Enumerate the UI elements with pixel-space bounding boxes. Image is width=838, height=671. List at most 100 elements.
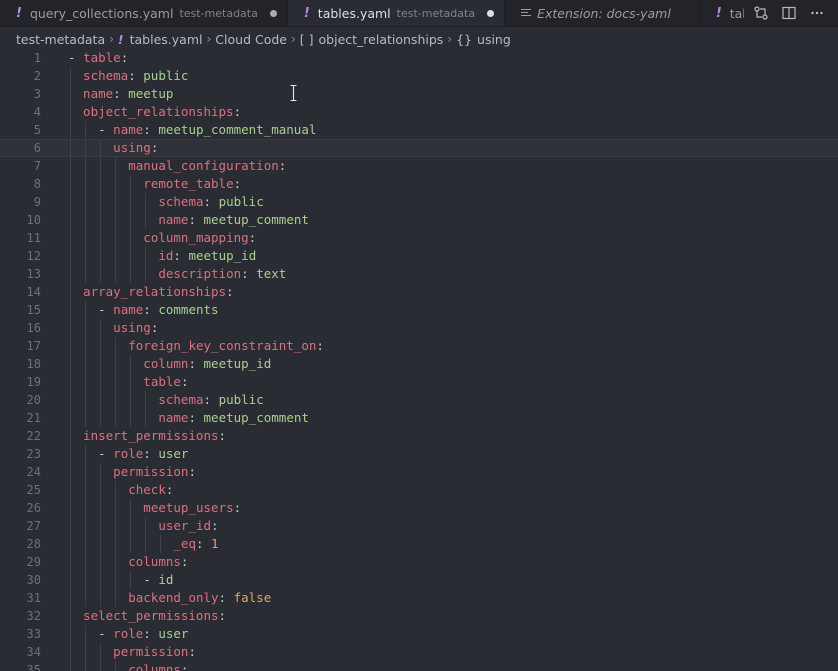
code-line[interactable]: 12 id: meetup_id <box>0 247 838 265</box>
code-line[interactable]: 9 schema: public <box>0 193 838 211</box>
code-text: name: meetup_comment <box>158 410 309 425</box>
code-line[interactable]: 26 meetup_users: <box>0 499 838 517</box>
code-line[interactable]: 14 array_relationships: <box>0 283 838 301</box>
indent-guide <box>85 337 87 355</box>
yaml-key: name <box>113 122 144 137</box>
editor-tab[interactable]: ! query_collections.yaml test-metadata <box>0 0 288 26</box>
code-line[interactable]: 8 remote_table: <box>0 175 838 193</box>
code-line[interactable]: 21 name: meetup_comment <box>0 409 838 427</box>
code-line[interactable]: 19 table: <box>0 373 838 391</box>
git-compare-icon[interactable] <box>754 6 768 20</box>
unsaved-dot-icon[interactable] <box>269 9 277 17</box>
indent-guide <box>115 337 117 355</box>
code-line[interactable]: 16 using: <box>0 319 838 337</box>
indent-guide <box>85 157 87 175</box>
code-line[interactable]: 28 _eq: 1 <box>0 535 838 553</box>
code-line[interactable]: 27 user_id: <box>0 517 838 535</box>
indent-guide <box>100 481 102 499</box>
indent-guide <box>70 85 71 103</box>
indent-guide <box>145 517 147 535</box>
code-text: name: meetup_comment <box>158 212 309 227</box>
indent-guide <box>85 625 87 643</box>
code-line[interactable]: 35 columns: <box>0 661 838 671</box>
code-line[interactable]: 25 check: <box>0 481 838 499</box>
breadcrumb-file[interactable]: tables.yaml <box>130 32 203 47</box>
code-line[interactable]: 31 backend_only: false <box>0 589 838 607</box>
yaml-key: remote_table <box>143 176 234 191</box>
yaml-value: meetup_comment_manual <box>158 122 317 137</box>
indent-guide <box>145 193 147 211</box>
yaml-value: id <box>158 572 174 587</box>
indent-guide <box>130 193 132 211</box>
indent-guide <box>100 499 102 517</box>
code-line[interactable]: 4 object_relationships: <box>0 103 838 121</box>
code-line[interactable]: 1 - table: <box>0 49 838 67</box>
code-line[interactable]: 10 name: meetup_comment <box>0 211 838 229</box>
unsaved-dot-icon[interactable] <box>487 9 495 17</box>
indent-guide <box>70 517 71 535</box>
indent-guide <box>130 247 132 265</box>
yaml-value: public <box>143 68 189 83</box>
indent-guide <box>130 265 132 283</box>
code-line[interactable]: 6 using: <box>0 139 838 158</box>
code-line[interactable]: 33 - role: user <box>0 625 838 643</box>
editor-tab[interactable]: Extension: docs-yaml <box>505 0 700 26</box>
yaml-key: name <box>158 410 189 425</box>
editor-tab-bar: ! query_collections.yaml test-metadata! tab… <box>0 0 838 27</box>
yaml-key: select_permissions <box>83 608 219 623</box>
code-line[interactable]: 3 name: meetup <box>0 85 838 103</box>
indent-guide <box>115 499 117 517</box>
code-line[interactable]: 7 manual_configuration: <box>0 157 838 175</box>
indent-guide <box>145 211 147 229</box>
breadcrumb-object-relationships[interactable]: object_relationships <box>319 32 444 47</box>
indent-guide <box>85 319 87 337</box>
preview-icon <box>521 8 532 18</box>
code-line[interactable]: 2 schema: public <box>0 67 838 85</box>
indent-guide <box>145 409 147 427</box>
breadcrumb-schema[interactable]: Cloud Code <box>215 32 287 47</box>
yaml-key: columns <box>128 554 181 569</box>
yaml-value: meetup_comment <box>203 212 309 227</box>
code-editor[interactable]: 1 - table: 2 schema: public 3 name: meetup 4 ob… <box>0 49 838 671</box>
editor-tab[interactable]: ! tables.yaml test-metadata <box>287 0 506 26</box>
code-line[interactable]: 24 permission: <box>0 463 838 481</box>
array-symbol-icon: [ ] <box>299 31 314 47</box>
indent-guide <box>115 535 117 553</box>
indent-guide <box>85 391 87 409</box>
indent-guide <box>100 229 102 247</box>
code-line[interactable]: 32 select_permissions: <box>0 607 838 625</box>
indent-guide <box>100 571 102 589</box>
code-line[interactable]: 18 column: meetup_id <box>0 355 838 373</box>
indent-guide <box>100 355 102 373</box>
indent-guide <box>70 121 71 139</box>
indent-guide <box>115 481 117 499</box>
code-line[interactable]: 29 columns: <box>0 553 838 571</box>
more-actions-icon[interactable] <box>810 6 824 20</box>
code-line[interactable]: 13 description: text <box>0 265 838 283</box>
code-line[interactable]: 15 - name: comments <box>0 301 838 319</box>
breadcrumb-folder[interactable]: test-metadata <box>16 32 105 47</box>
code-line[interactable]: 5 - name: meetup_comment_manual <box>0 121 838 139</box>
code-line[interactable]: 11 column_mapping: <box>0 229 838 247</box>
indent-guide <box>70 643 71 661</box>
code-line[interactable]: 23 - role: user <box>0 445 838 463</box>
code-line[interactable]: 20 schema: public <box>0 391 838 409</box>
indent-guide <box>70 247 71 265</box>
breadcrumb-using[interactable]: using <box>477 32 511 47</box>
line-number: 35 <box>26 663 41 671</box>
indent-guide <box>160 535 162 553</box>
line-number: 11 <box>26 231 41 245</box>
line-number: 20 <box>26 393 41 407</box>
code-line[interactable]: 30 - id <box>0 571 838 589</box>
line-number: 22 <box>26 429 41 443</box>
tab-description: test-metadata <box>396 6 476 20</box>
code-line[interactable]: 34 permission: <box>0 643 838 661</box>
split-editor-icon[interactable] <box>782 6 796 20</box>
code-line[interactable]: 22 insert_permissions: <box>0 427 838 445</box>
indent-guide <box>70 103 71 121</box>
code-line[interactable]: 17 foreign_key_constraint_on: <box>0 337 838 355</box>
tab-label: Extension: docs-yaml <box>537 5 671 21</box>
indent-guide <box>85 481 87 499</box>
indent-guide <box>85 193 87 211</box>
chevron-right-icon: › <box>109 32 114 46</box>
